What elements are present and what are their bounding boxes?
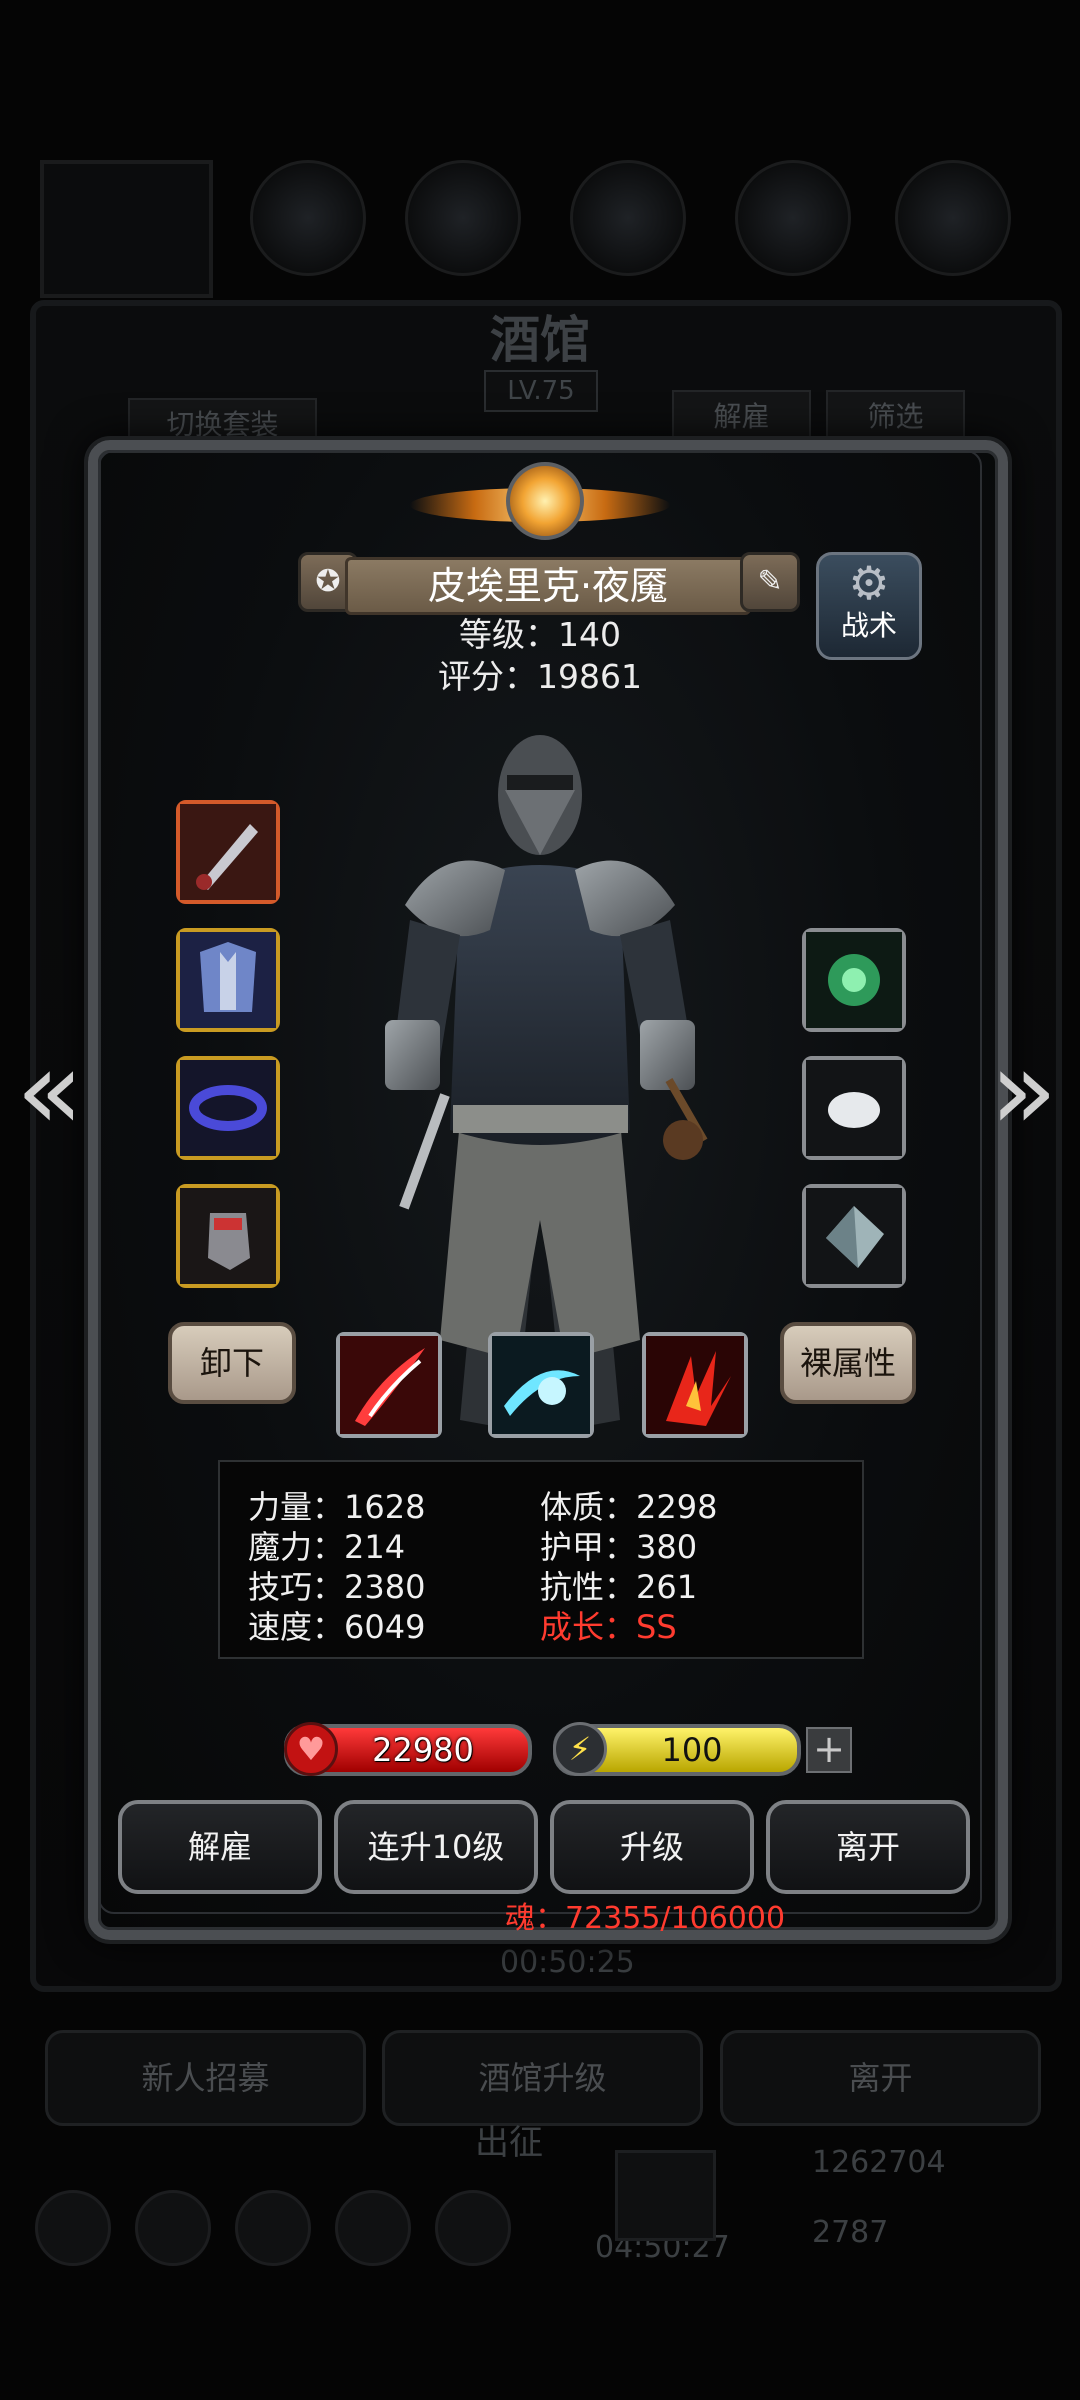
rename-edit-icon[interactable]: ✎ (740, 552, 800, 612)
hero-portrait-bg (40, 160, 213, 298)
bottom-nav-icon[interactable] (135, 2190, 211, 2266)
energy-value: 100 (661, 1731, 723, 1769)
hero-level: 等级：140 (459, 615, 621, 654)
skill-fire-claw-icon[interactable] (642, 1332, 748, 1438)
hero-score: 评分：19861 (438, 657, 642, 696)
skill-red-slash-icon[interactable] (336, 1332, 442, 1438)
bottom-nav-icon[interactable] (35, 2190, 111, 2266)
gem-amount: 2787 (812, 2215, 889, 2250)
base-attributes-button[interactable]: 裸属性 (780, 1322, 916, 1404)
filter-button[interactable]: 筛选 (826, 390, 965, 444)
hp-value: 22980 (372, 1731, 474, 1769)
nav-icon-bg (570, 160, 686, 276)
crest-emblem-icon (506, 462, 584, 540)
nav-icon-bg (735, 160, 851, 276)
bottom-nav-icon[interactable] (335, 2190, 411, 2266)
leave-tavern-button[interactable]: 离开 (720, 2030, 1041, 2126)
bottom-nav-icon[interactable] (235, 2190, 311, 2266)
unequip-button[interactable]: 卸下 (168, 1322, 296, 1404)
leave-button[interactable]: 离开 (766, 1800, 970, 1894)
gold-amount: 1262704 (812, 2145, 946, 2180)
attr-growth: 成长：SS (540, 1608, 677, 1646)
white-stone-slot[interactable] (802, 1056, 906, 1160)
green-gem-slot[interactable] (802, 928, 906, 1032)
gear-icon: ⚙ (848, 556, 890, 610)
dismiss-bg-button[interactable]: 解雇 (672, 390, 811, 444)
skill-cyan-slash-icon[interactable] (488, 1332, 594, 1438)
attr-speed: 速度：6049 (248, 1608, 426, 1646)
level-up-button[interactable]: 升级 (550, 1800, 754, 1894)
recruit-button[interactable]: 新人招募 (45, 2030, 366, 2126)
previous-hero-arrow-icon[interactable]: « (16, 1035, 86, 1145)
upgrade-tavern-button[interactable]: 酒馆升级 (382, 2030, 703, 2126)
dismiss-button[interactable]: 解雇 (118, 1800, 322, 1894)
tactics-button[interactable]: ⚙ 战术 (816, 552, 922, 660)
next-hero-arrow-icon[interactable]: » (990, 1035, 1060, 1145)
gauntlet-slot[interactable] (176, 1184, 280, 1288)
hero-name: 皮埃里克·夜魇 (345, 557, 751, 615)
bottom-nav-icon[interactable] (435, 2190, 511, 2266)
soul-counter: 魂：72355/106000 (505, 1901, 786, 1936)
nav-icon-bg (895, 160, 1011, 276)
tavern-title: 酒馆 (490, 311, 590, 369)
nav-icon-bg (405, 160, 521, 276)
heart-icon: ♥ (284, 1722, 338, 1776)
tavern-level: LV.75 (484, 370, 598, 412)
tavern-timer: 00:50:25 (500, 1945, 635, 1980)
weapon-slot[interactable] (176, 800, 280, 904)
add-energy-button[interactable]: + (806, 1727, 852, 1773)
level-up-10-button[interactable]: 连升10级 (334, 1800, 538, 1894)
tactics-label: 战术 (840, 609, 897, 642)
nav-icon-bg (250, 160, 366, 276)
belt-slot[interactable] (176, 1056, 280, 1160)
lightning-icon: ⚡ (553, 1722, 607, 1776)
expedition-label: 出征 (475, 2123, 543, 2163)
crystal-slot[interactable] (802, 1184, 906, 1288)
armor-slot[interactable] (176, 928, 280, 1032)
gift-box-icon[interactable] (615, 2150, 716, 2241)
